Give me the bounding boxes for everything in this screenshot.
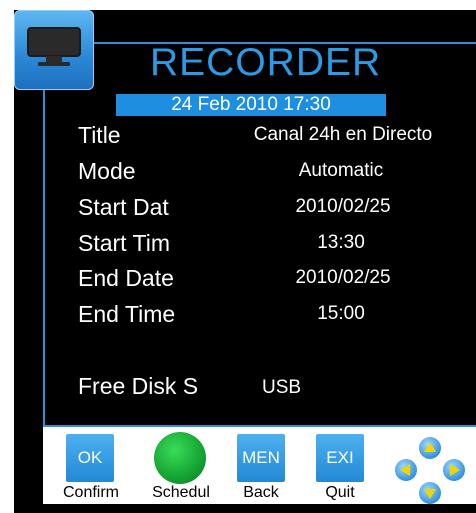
page-title: RECORDER <box>150 41 382 84</box>
title-label: Title <box>78 122 121 148</box>
schedule-caption: Schedul <box>152 484 210 501</box>
dpad-right[interactable] <box>443 459 465 481</box>
end-time-label: End Time <box>78 301 176 327</box>
end-date-label: End Date <box>78 265 174 291</box>
directional-pad-icon[interactable] <box>394 436 466 506</box>
menu-button[interactable]: MEN <box>237 434 285 482</box>
free-disk-label: Free Disk S <box>78 373 199 399</box>
dpad-down[interactable] <box>419 482 441 504</box>
mode-label: Mode <box>78 158 136 184</box>
tv-icon <box>14 10 94 90</box>
ok-button[interactable]: OK <box>66 434 114 482</box>
dpad-left[interactable] <box>395 459 417 481</box>
start-time-label: Start Tim <box>78 230 171 256</box>
quit-caption: Quit <box>325 484 355 501</box>
mode-value: Automatic <box>298 160 384 181</box>
start-time-value: 13:30 <box>317 232 365 253</box>
title-value: Canal 24h en Directo <box>253 124 433 145</box>
end-date-value: 2010/02/25 <box>295 267 391 288</box>
schedule-button[interactable] <box>154 432 206 484</box>
back-caption: Back <box>243 484 279 501</box>
free-disk-value: USB <box>262 377 302 398</box>
dpad-up[interactable] <box>419 437 441 459</box>
current-datetime: 24 Feb 2010 17:30 <box>116 94 386 116</box>
exit-button[interactable]: EXI <box>316 434 364 482</box>
confirm-caption: Confirm <box>62 484 119 501</box>
start-date-value: 2010/02/25 <box>295 196 391 217</box>
start-date-label: Start Dat <box>78 194 169 220</box>
end-time-value: 15:00 <box>317 303 365 324</box>
